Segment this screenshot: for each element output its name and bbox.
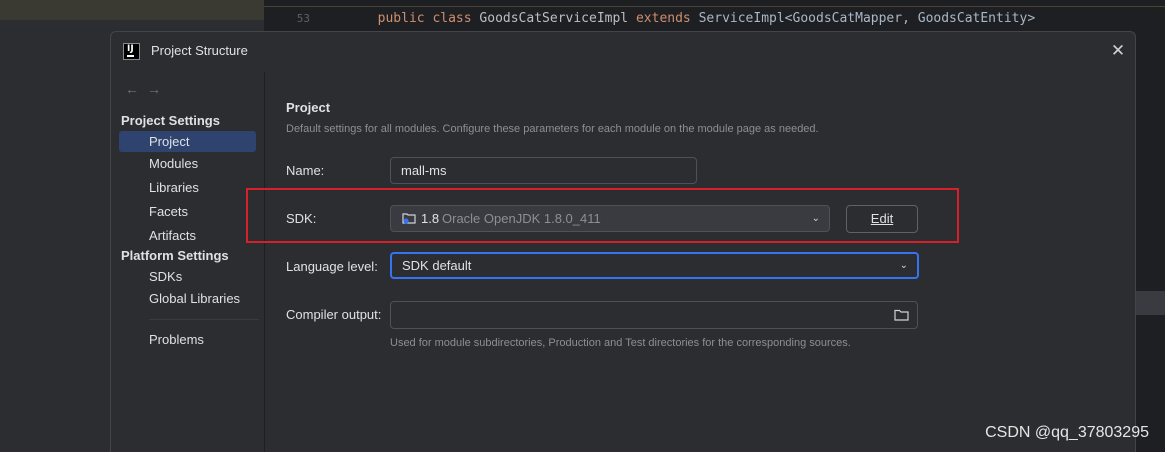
- red-highlight-box: [246, 188, 959, 243]
- sidebar-divider: [149, 319, 259, 320]
- compiler-output-label: Compiler output:: [286, 307, 382, 322]
- sidebar-item-facets[interactable]: Facets: [119, 201, 256, 222]
- name-label: Name:: [286, 163, 325, 178]
- compiler-output-field[interactable]: [390, 301, 918, 329]
- sidebar-item-global-libraries[interactable]: Global Libraries: [119, 288, 256, 309]
- folder-icon[interactable]: [894, 309, 909, 321]
- name-field[interactable]: mall-ms: [390, 157, 697, 184]
- ide-editor-divider: [264, 6, 1165, 7]
- back-arrow-icon[interactable]: ←: [125, 81, 139, 97]
- line-number: 53: [296, 12, 310, 25]
- sidebar-item-artifacts[interactable]: Artifacts: [119, 225, 256, 246]
- sidebar-item-sdks[interactable]: SDKs: [119, 266, 256, 287]
- language-level-label: Language level:: [286, 259, 378, 274]
- ide-left-strip: [0, 0, 264, 20]
- forward-arrow-icon[interactable]: →: [147, 81, 161, 97]
- compiler-output-hint: Used for module subdirectories, Producti…: [390, 337, 851, 349]
- page-title: Project: [286, 100, 331, 115]
- code-line: 53 public class GoodsCatServiceImpl exte…: [264, 8, 1165, 30]
- history-nav: ← →: [125, 81, 169, 97]
- code-class-name: GoodsCatServiceImpl: [479, 11, 629, 26]
- sidebar-item-problems[interactable]: Problems: [119, 329, 256, 350]
- language-level-dropdown[interactable]: SDK default ⌄: [390, 252, 919, 279]
- code-keyword: extends: [635, 11, 691, 26]
- sidebar-item-project[interactable]: Project: [119, 131, 256, 152]
- language-level-value: SDK default: [402, 258, 472, 273]
- close-icon[interactable]: ✕: [1109, 42, 1127, 60]
- sidebar-item-modules[interactable]: Modules: [119, 153, 256, 174]
- watermark: CSDN @qq_37803295: [985, 424, 1149, 441]
- project-settings-panel: Project Default settings for all modules…: [265, 72, 1135, 452]
- sidebar-item-libraries[interactable]: Libraries: [119, 177, 256, 198]
- code-keyword: class: [432, 11, 472, 26]
- section-project-settings: Project Settings: [121, 113, 220, 128]
- code-keyword: public: [377, 11, 425, 26]
- settings-sidebar: ← → Project Settings Project Modules Libr…: [111, 72, 265, 452]
- dialog-titlebar: IJ Project Structure ✕: [111, 32, 1135, 72]
- page-description: Default settings for all modules. Config…: [286, 123, 819, 135]
- code-supertype: ServiceImpl<GoodsCatMapper, GoodsCatEnti…: [698, 11, 1036, 26]
- ide-right-block: [1136, 291, 1165, 315]
- chevron-down-icon: ⌄: [899, 260, 908, 271]
- intellij-icon: IJ: [123, 43, 140, 60]
- section-platform-settings: Platform Settings: [121, 248, 229, 263]
- dialog-title: Project Structure: [151, 43, 248, 58]
